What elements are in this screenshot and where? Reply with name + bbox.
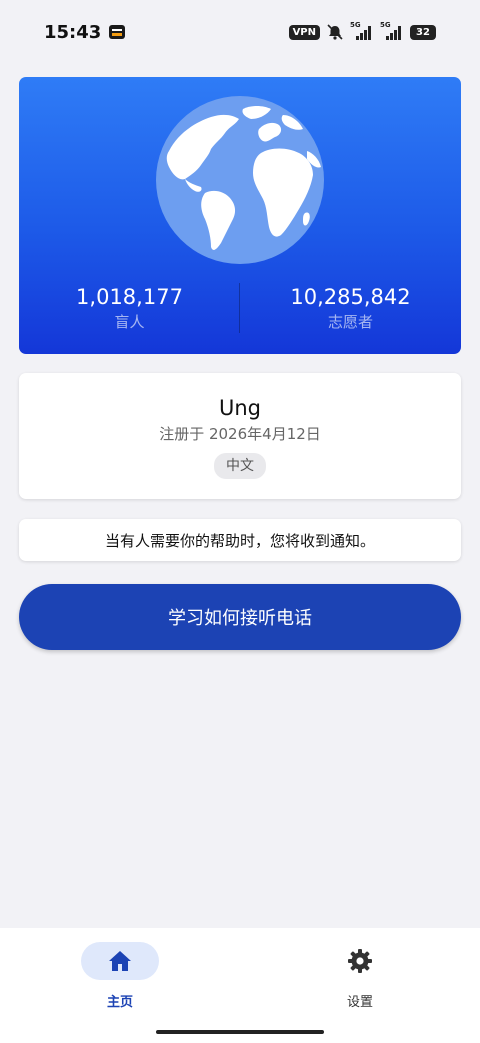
battery-icon: 32 (410, 24, 436, 40)
nav-home-label: 主页 (106, 995, 133, 1010)
network-type-label-2: 5G (380, 21, 391, 29)
gesture-home-bar[interactable] (156, 1030, 324, 1034)
user-name: Ung (218, 396, 261, 420)
nav-settings-label: 设置 (346, 995, 373, 1010)
nav-home-indicator (81, 942, 159, 980)
network-type-label: 5G (350, 21, 361, 29)
registration-date: 注册于 2026年4月12日 (159, 425, 321, 443)
muted-bell-icon (327, 24, 343, 40)
volunteer-label: 志愿者 (327, 313, 373, 331)
clock: 15:43 (44, 21, 102, 43)
stats-divider (239, 283, 240, 333)
status-right: VPN 5G 5G 32 (288, 21, 436, 40)
learn-answer-call-button[interactable]: 学习如何接听电话 (19, 584, 461, 650)
profile-card: Ung 注册于 2026年4月12日 中文 (19, 373, 461, 499)
globe-icon (156, 96, 324, 264)
app-screen: 15:43 VPN 5G 5G 32 1,018,177 盲人 10,285,8… (0, 0, 480, 1043)
notification-notice: 当有人需要你的帮助时，您将收到通知。 (19, 519, 461, 561)
status-left: 15:43 (44, 21, 126, 43)
nav-item-settings[interactable]: 设置 (240, 928, 480, 1043)
stats-row: 1,018,177 盲人 10,285,842 志愿者 (19, 283, 461, 341)
gear-icon (348, 949, 372, 973)
blind-stat: 1,018,177 盲人 (19, 283, 240, 341)
app-notification-icon (109, 25, 126, 39)
blind-count: 1,018,177 (76, 285, 183, 309)
nav-settings-indicator (321, 942, 399, 980)
home-icon (109, 951, 131, 971)
vpn-badge: VPN (288, 24, 320, 40)
volunteer-stat: 10,285,842 志愿者 (240, 283, 461, 341)
signal-icon: 5G (350, 21, 374, 40)
signal-icon-2: 5G (380, 21, 404, 40)
bottom-navigation: 主页 设置 (0, 928, 480, 1043)
volunteer-count: 10,285,842 (290, 285, 411, 309)
community-stats-card: 1,018,177 盲人 10,285,842 志愿者 (19, 77, 461, 354)
status-bar: 15:43 VPN 5G 5G 32 (0, 0, 480, 64)
blind-label: 盲人 (114, 313, 145, 331)
nav-item-home[interactable]: 主页 (0, 928, 240, 1043)
language-chip: 中文 (214, 453, 266, 479)
